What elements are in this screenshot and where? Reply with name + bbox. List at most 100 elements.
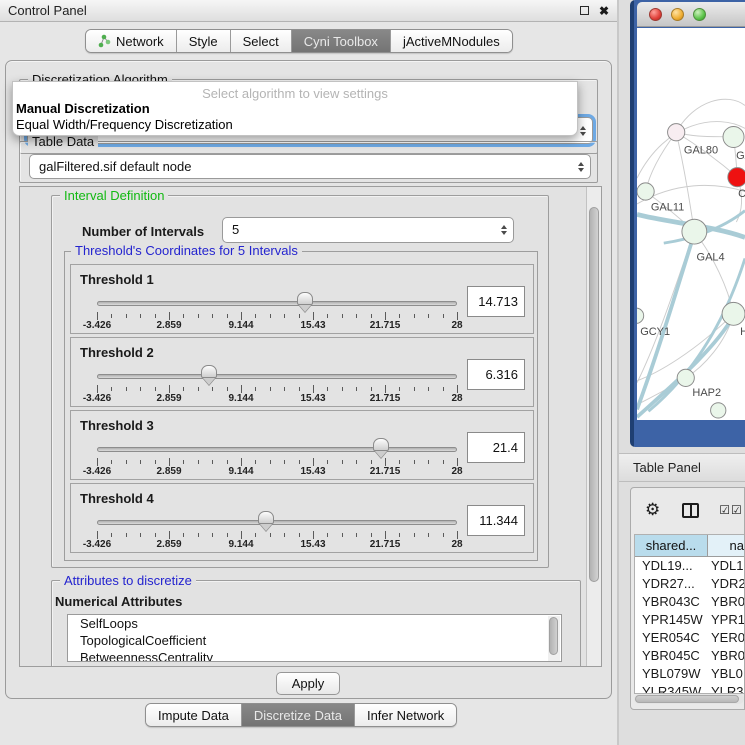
close-traffic-light-icon[interactable] — [649, 8, 662, 21]
column-header-shared-name[interactable]: shared... — [635, 535, 708, 556]
threshold-row: Threshold 3 -3.4262.8599.14415.4321.7152… — [70, 410, 534, 480]
slider-scale-label: 21.715 — [370, 466, 401, 477]
attribute-list-item[interactable]: TopologicalCoefficient — [68, 632, 561, 649]
slider-thumb[interactable] — [201, 365, 217, 378]
bottom-tabbar: Impute Data Discretize Data Infer Networ… — [145, 703, 457, 727]
table-cell[interactable]: YPR145W — [635, 611, 708, 629]
tab-select[interactable]: Select — [231, 30, 292, 52]
network-node[interactable] — [728, 168, 745, 187]
network-node[interactable] — [637, 308, 644, 323]
table-cell[interactable]: YER0 — [708, 629, 745, 647]
threshold-value-field[interactable]: 14.713 — [467, 286, 525, 317]
network-node[interactable] — [637, 183, 654, 200]
tab-label: Network — [116, 34, 164, 49]
table-row[interactable]: YER054CYER0 — [635, 629, 745, 647]
threshold-row: Threshold 4 -3.4262.8599.14415.4321.7152… — [70, 483, 534, 553]
dropdown-item-equal-width-frequency[interactable]: Equal Width/Frequency Discretization — [16, 117, 233, 132]
table-header-row: shared... na — [635, 535, 745, 557]
checkbox-icons[interactable]: ☑☑ — [719, 503, 743, 517]
network-canvas[interactable]: GAL80GACGAL11GAL4HGCY1HAP2 — [637, 28, 745, 420]
threshold-value-field[interactable]: 21.4 — [467, 432, 525, 463]
gear-icon[interactable]: ⚙ — [645, 500, 660, 520]
tab-infer-network[interactable]: Infer Network — [355, 704, 456, 726]
tab-label: jActiveMNodules — [403, 34, 500, 49]
number-of-intervals-label: Number of Intervals — [82, 224, 204, 239]
tab-cyni-toolbox[interactable]: Cyni Toolbox — [292, 30, 391, 52]
table-cell[interactable]: YBR043C — [635, 593, 708, 611]
table-row[interactable]: YBL079WYBL0 — [635, 665, 745, 683]
slider-thumb[interactable] — [373, 438, 389, 451]
table-panel-title: Table Panel — [633, 460, 701, 475]
network-node[interactable] — [711, 403, 726, 418]
table-cell[interactable]: YLR3 — [708, 683, 745, 694]
slider-scale-label: 28 — [451, 393, 462, 404]
table-data-combo[interactable]: galFiltered.sif default node — [29, 154, 591, 179]
table-cell[interactable]: YBL0 — [708, 665, 745, 683]
network-node[interactable] — [682, 219, 707, 244]
slider-track[interactable] — [97, 447, 457, 452]
table-cell[interactable]: YER054C — [635, 629, 708, 647]
table-row[interactable]: YBR043CYBR0 — [635, 593, 745, 611]
threshold-slider[interactable]: -3.4262.8599.14415.4321.71528 — [97, 338, 457, 408]
attribute-list-item[interactable]: SelfLoops — [68, 615, 561, 632]
table-row[interactable]: YBR045CYBR0 — [635, 647, 745, 665]
scrollbar-thumb[interactable] — [589, 207, 599, 582]
table-row[interactable]: YLR345WYLR3 — [635, 683, 745, 694]
slider-scale-label: 9.144 — [228, 393, 253, 404]
threshold-slider[interactable]: -3.4262.8599.14415.4321.71528 — [97, 265, 457, 335]
zoom-traffic-light-icon[interactable] — [693, 8, 706, 21]
threshold-value-field[interactable]: 6.316 — [467, 359, 525, 390]
table-cell[interactable]: YBR0 — [708, 593, 745, 611]
tab-network[interactable]: Network — [86, 30, 177, 52]
threshold-value-field[interactable]: 11.344 — [467, 505, 525, 536]
table-cell[interactable]: YBL079W — [635, 665, 708, 683]
slider-track[interactable] — [97, 520, 457, 525]
attribute-list-item[interactable]: BetweennessCentrality — [68, 649, 561, 662]
tab-label: Impute Data — [158, 708, 229, 723]
table-row[interactable]: YDR27...YDR2 — [635, 575, 745, 593]
close-icon[interactable]: ✖ — [599, 5, 609, 17]
table-cell[interactable]: YBR0 — [708, 647, 745, 665]
network-node[interactable] — [723, 127, 744, 148]
tab-style[interactable]: Style — [177, 30, 231, 52]
slider-scale: -3.4262.8599.14415.4321.71528 — [97, 393, 457, 405]
table-cell[interactable]: YPR1 — [708, 611, 745, 629]
float-window-icon[interactable] — [580, 6, 589, 15]
slider-track[interactable] — [97, 374, 457, 379]
column-header-name[interactable]: na — [708, 535, 745, 556]
table-cell[interactable]: YLR345W — [635, 683, 708, 694]
network-window-titlebar — [637, 2, 745, 27]
node-label: GCY1 — [640, 326, 670, 338]
table-cell[interactable]: YDR27... — [635, 575, 708, 593]
attributes-list[interactable]: SelfLoopsTopologicalCoefficientBetweenne… — [67, 614, 562, 662]
network-node[interactable] — [722, 302, 745, 325]
table-row[interactable]: YDL19...YDL1 — [635, 557, 745, 575]
panel-splitter[interactable] — [617, 0, 619, 745]
slider-thumb[interactable] — [297, 292, 313, 305]
threshold-slider[interactable]: -3.4262.8599.14415.4321.71528 — [97, 484, 457, 554]
dropdown-item-manual-discretization[interactable]: Manual Discretization — [16, 101, 150, 116]
slider-track[interactable] — [97, 301, 457, 306]
panel-scrollbar[interactable] — [586, 187, 601, 666]
table-cell[interactable]: YDL1 — [708, 557, 745, 575]
table-row[interactable]: YPR145WYPR1 — [635, 611, 745, 629]
minimize-traffic-light-icon[interactable] — [671, 8, 684, 21]
tab-jactivemnodules[interactable]: jActiveMNodules — [391, 30, 512, 52]
network-node[interactable] — [668, 124, 685, 141]
split-panel-icon[interactable] — [682, 503, 699, 518]
slider-scale-label: 9.144 — [228, 320, 253, 331]
scrollbar-thumb[interactable] — [635, 695, 739, 703]
table-h-scrollbar[interactable] — [634, 694, 744, 704]
list-scrollbar[interactable] — [548, 616, 560, 662]
network-node[interactable] — [677, 369, 694, 386]
number-of-intervals-combo[interactable]: 5 — [222, 217, 514, 243]
table-cell[interactable]: YBR045C — [635, 647, 708, 665]
threshold-slider[interactable]: -3.4262.8599.14415.4321.71528 — [97, 411, 457, 481]
slider-thumb[interactable] — [258, 511, 274, 524]
tab-impute-data[interactable]: Impute Data — [146, 704, 242, 726]
apply-button[interactable]: Apply — [276, 672, 340, 695]
slider-scale-label: 15.43 — [300, 393, 325, 404]
table-cell[interactable]: YDL19... — [635, 557, 708, 575]
tab-discretize-data[interactable]: Discretize Data — [242, 704, 355, 726]
table-cell[interactable]: YDR2 — [708, 575, 745, 593]
